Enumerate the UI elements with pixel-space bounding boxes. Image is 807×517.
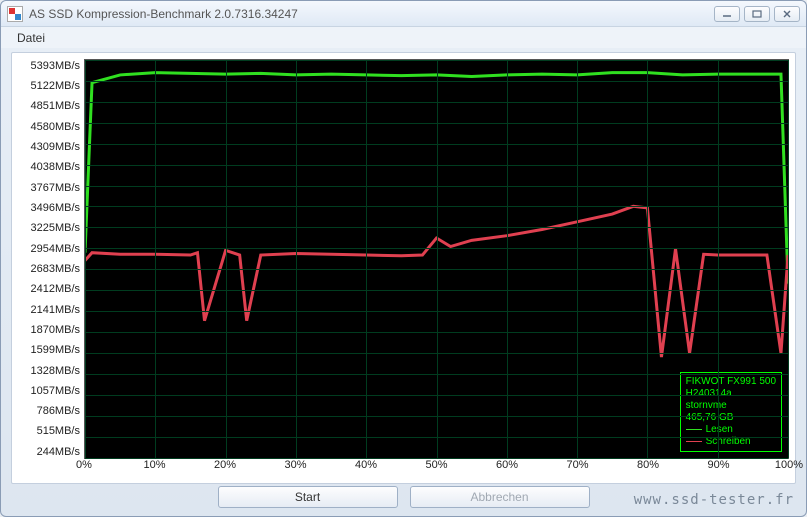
legend-driver: stornvme <box>686 400 776 412</box>
legend-box: FIKWOT FX991 500 H240314a stornvme 465,7… <box>680 372 782 452</box>
x-tick-label: 100% <box>775 459 803 471</box>
y-tick-label: 2954MB/s <box>18 244 80 254</box>
y-tick-label: 786MB/s <box>18 406 80 416</box>
x-tick-label: 10% <box>143 459 165 471</box>
legend-device: FIKWOT FX991 500 <box>686 376 776 388</box>
y-tick-label: 2141MB/s <box>18 305 80 315</box>
menubar: Datei <box>1 27 806 48</box>
maximize-button[interactable] <box>744 6 770 22</box>
start-button[interactable]: Start <box>218 486 398 508</box>
grid-line-v <box>296 60 297 458</box>
menu-file[interactable]: Datei <box>9 28 53 48</box>
chart-wrap: 5393MB/s 5122MB/s 4851MB/s 4580MB/s 4309MB/s… <box>18 59 789 459</box>
y-tick-label: 3767MB/s <box>18 183 80 193</box>
x-axis: 0%10%20%30%40%50%60%70%80%90%100% <box>84 459 789 477</box>
cancel-button[interactable]: Abbrechen <box>410 486 590 508</box>
grid-line-v <box>788 60 789 458</box>
legend-write-swatch <box>686 441 702 442</box>
y-tick-label: 2412MB/s <box>18 284 80 294</box>
grid-line-v <box>507 60 508 458</box>
y-tick-label: 2683MB/s <box>18 264 80 274</box>
x-tick-label: 60% <box>496 459 518 471</box>
close-button[interactable] <box>774 6 800 22</box>
x-tick-label: 90% <box>707 459 729 471</box>
y-tick-label: 3225MB/s <box>18 223 80 233</box>
y-tick-label: 4038MB/s <box>18 162 80 172</box>
legend-read-label: Lesen <box>706 424 733 436</box>
y-tick-label: 1057MB/s <box>18 386 80 396</box>
grid-line-v <box>647 60 648 458</box>
y-tick-label: 1870MB/s <box>18 325 80 335</box>
window-title: AS SSD Kompression-Benchmark 2.0.7316.34… <box>29 7 714 21</box>
y-tick-label: 1328MB/s <box>18 366 80 376</box>
x-tick-label: 20% <box>214 459 236 471</box>
y-tick-label: 4851MB/s <box>18 101 80 111</box>
x-tick-label: 0% <box>76 459 92 471</box>
window-controls <box>714 6 800 22</box>
app-window: AS SSD Kompression-Benchmark 2.0.7316.34… <box>0 0 807 517</box>
grid-line-v <box>718 60 719 458</box>
y-tick-label: 515MB/s <box>18 426 80 436</box>
x-tick-label: 50% <box>425 459 447 471</box>
grid-line-v <box>366 60 367 458</box>
minimize-button[interactable] <box>714 6 740 22</box>
close-icon <box>782 10 792 18</box>
plot-area: FIKWOT FX991 500 H240314a stornvme 465,7… <box>84 59 789 459</box>
y-tick-label: 5393MB/s <box>18 61 80 71</box>
app-icon <box>7 6 23 22</box>
grid-line-v <box>226 60 227 458</box>
legend-read-swatch <box>686 429 702 430</box>
chart-panel: 5393MB/s 5122MB/s 4851MB/s 4580MB/s 4309MB/s… <box>11 52 796 484</box>
y-axis: 5393MB/s 5122MB/s 4851MB/s 4580MB/s 4309MB/s… <box>18 59 84 459</box>
y-tick-label: 5122MB/s <box>18 81 80 91</box>
y-tick-label: 244MB/s <box>18 447 80 457</box>
y-tick-label: 1599MB/s <box>18 345 80 355</box>
legend-model: H240314a <box>686 388 776 400</box>
grid-line-v <box>437 60 438 458</box>
x-tick-label: 40% <box>355 459 377 471</box>
minimize-icon <box>722 10 732 18</box>
x-tick-label: 30% <box>284 459 306 471</box>
y-tick-label: 4309MB/s <box>18 142 80 152</box>
titlebar: AS SSD Kompression-Benchmark 2.0.7316.34… <box>1 1 806 27</box>
maximize-icon <box>752 10 762 18</box>
grid-line-v <box>85 60 86 458</box>
x-tick-label: 80% <box>637 459 659 471</box>
grid-line-v <box>577 60 578 458</box>
x-tick-label: 70% <box>566 459 588 471</box>
legend-capacity: 465,76 GB <box>686 412 776 424</box>
y-tick-label: 3496MB/s <box>18 203 80 213</box>
y-tick-label: 4580MB/s <box>18 122 80 132</box>
button-row: Start Abbrechen <box>1 484 806 516</box>
grid-line-v <box>155 60 156 458</box>
legend-read-row: Lesen <box>686 424 776 436</box>
